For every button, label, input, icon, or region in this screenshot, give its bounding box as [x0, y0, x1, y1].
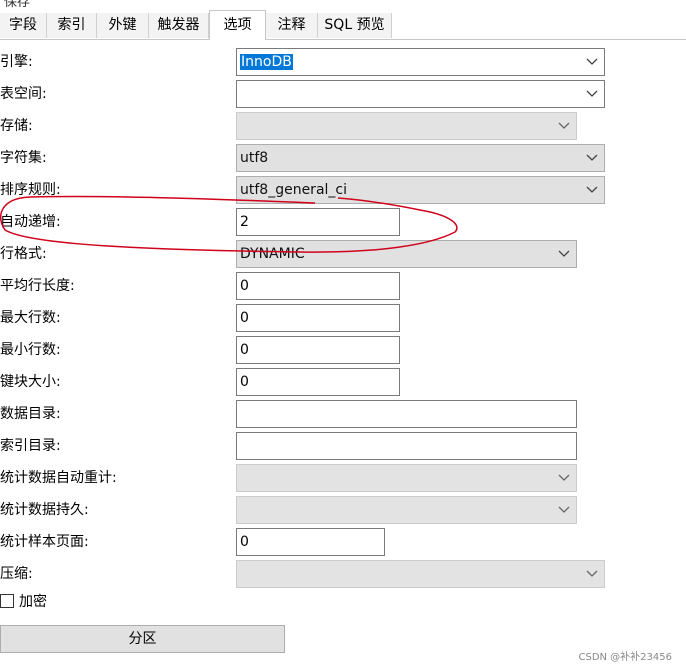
stats-persistent-select[interactable]: [236, 496, 577, 524]
row-format-select[interactable]: DYNAMIC: [236, 240, 577, 268]
stats-persistent-label: 统计数据持久:: [0, 502, 89, 518]
stats-sample-pages-label: 统计样本页面:: [0, 534, 89, 550]
tablespace-label: 表空间:: [0, 86, 47, 102]
key-block-size-label: 键块大小:: [0, 374, 61, 390]
tab-fields[interactable]: 字段: [0, 13, 47, 38]
compression-label: 压缩:: [0, 566, 33, 582]
collation-select[interactable]: utf8_general_ci: [236, 176, 605, 204]
charset-select[interactable]: utf8: [236, 144, 605, 172]
stats-auto-recalc-label: 统计数据自动重计:: [0, 470, 117, 486]
charset-value: utf8: [240, 150, 269, 166]
tab-foreign-keys[interactable]: 外键: [97, 13, 149, 38]
collation-value: utf8_general_ci: [240, 182, 347, 198]
collation-label: 排序规则:: [0, 182, 61, 198]
chevron-down-icon: [586, 570, 598, 577]
index-directory-label: 索引目录:: [0, 438, 61, 454]
chevron-down-icon: [586, 154, 598, 161]
chevron-down-icon: [558, 506, 570, 513]
tab-sql-preview[interactable]: SQL 预览: [318, 13, 392, 38]
compression-select[interactable]: [236, 560, 605, 588]
tablespace-select[interactable]: [236, 80, 605, 108]
tab-indexes[interactable]: 索引: [47, 13, 97, 38]
chevron-down-icon: [558, 474, 570, 481]
min-rows-label: 最小行数:: [0, 342, 61, 358]
auto-increment-label: 自动递增:: [0, 214, 61, 230]
chevron-down-icon: [558, 122, 570, 129]
key-block-size-input[interactable]: 0: [236, 368, 400, 396]
tab-bar: 字段 索引 外键 触发器 选项 注释 SQL 预览: [0, 10, 686, 40]
encryption-label: 加密: [19, 594, 47, 610]
row-format-value: DYNAMIC: [240, 246, 305, 262]
window-title-bar: 保存: [0, 0, 686, 8]
storage-select[interactable]: [236, 112, 577, 140]
min-rows-input[interactable]: 0: [236, 336, 400, 364]
avg-row-length-input[interactable]: 0: [236, 272, 400, 300]
max-rows-input[interactable]: 0: [236, 304, 400, 332]
row-format-label: 行格式:: [0, 246, 47, 262]
stats-auto-recalc-select[interactable]: [236, 464, 577, 492]
storage-label: 存储:: [0, 118, 33, 134]
engine-value: InnoDB: [240, 54, 293, 70]
watermark-text: CSDN @补补23456: [578, 652, 672, 663]
chevron-down-icon: [586, 90, 598, 97]
auto-increment-input[interactable]: 2: [236, 208, 400, 236]
max-rows-label: 最大行数:: [0, 310, 61, 326]
data-directory-input[interactable]: [236, 400, 577, 428]
tab-triggers[interactable]: 触发器: [149, 13, 209, 38]
tab-comments[interactable]: 注释: [266, 13, 318, 38]
window-title: 保存: [4, 0, 31, 8]
partition-button[interactable]: 分区: [0, 625, 285, 653]
data-directory-label: 数据目录:: [0, 406, 61, 422]
avg-row-length-label: 平均行长度:: [0, 278, 75, 294]
chevron-down-icon: [586, 186, 598, 193]
charset-label: 字符集:: [0, 150, 47, 166]
encryption-checkbox[interactable]: [0, 594, 14, 608]
index-directory-input[interactable]: [236, 432, 577, 460]
chevron-down-icon: [586, 58, 598, 65]
tab-options[interactable]: 选项: [209, 10, 266, 40]
stats-sample-pages-input[interactable]: 0: [236, 528, 385, 556]
engine-select[interactable]: InnoDB: [236, 48, 605, 76]
chevron-down-icon: [558, 250, 570, 257]
engine-label: 引擎:: [0, 54, 33, 70]
